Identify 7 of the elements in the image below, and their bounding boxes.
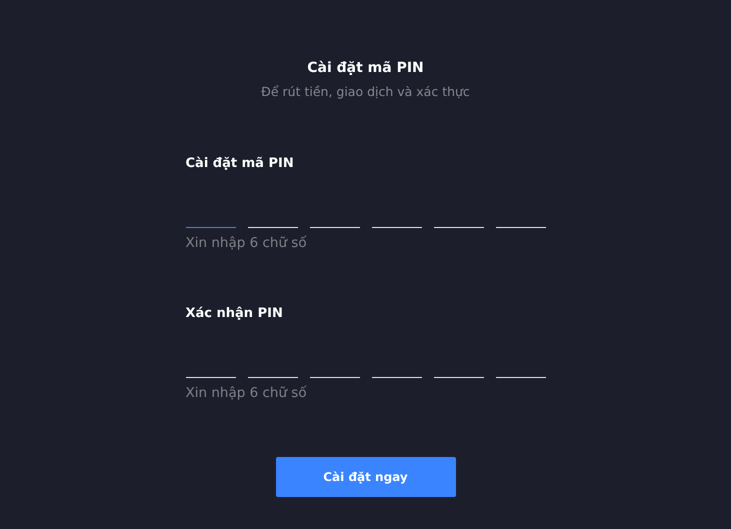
submit-button[interactable]: Cài đặt ngay xyxy=(276,457,456,497)
page-title: Cài đặt mã PIN xyxy=(307,59,424,78)
page-subtitle: Để rút tiền, giao dịch và xác thực xyxy=(261,83,470,101)
field-hint: Xin nhập 6 chữ số xyxy=(186,234,308,253)
field-hint: Xin nhập 6 chữ số xyxy=(186,384,308,403)
field-label: Xác nhận PIN xyxy=(186,305,284,323)
field-label: Cài đặt mã PIN xyxy=(186,155,295,173)
